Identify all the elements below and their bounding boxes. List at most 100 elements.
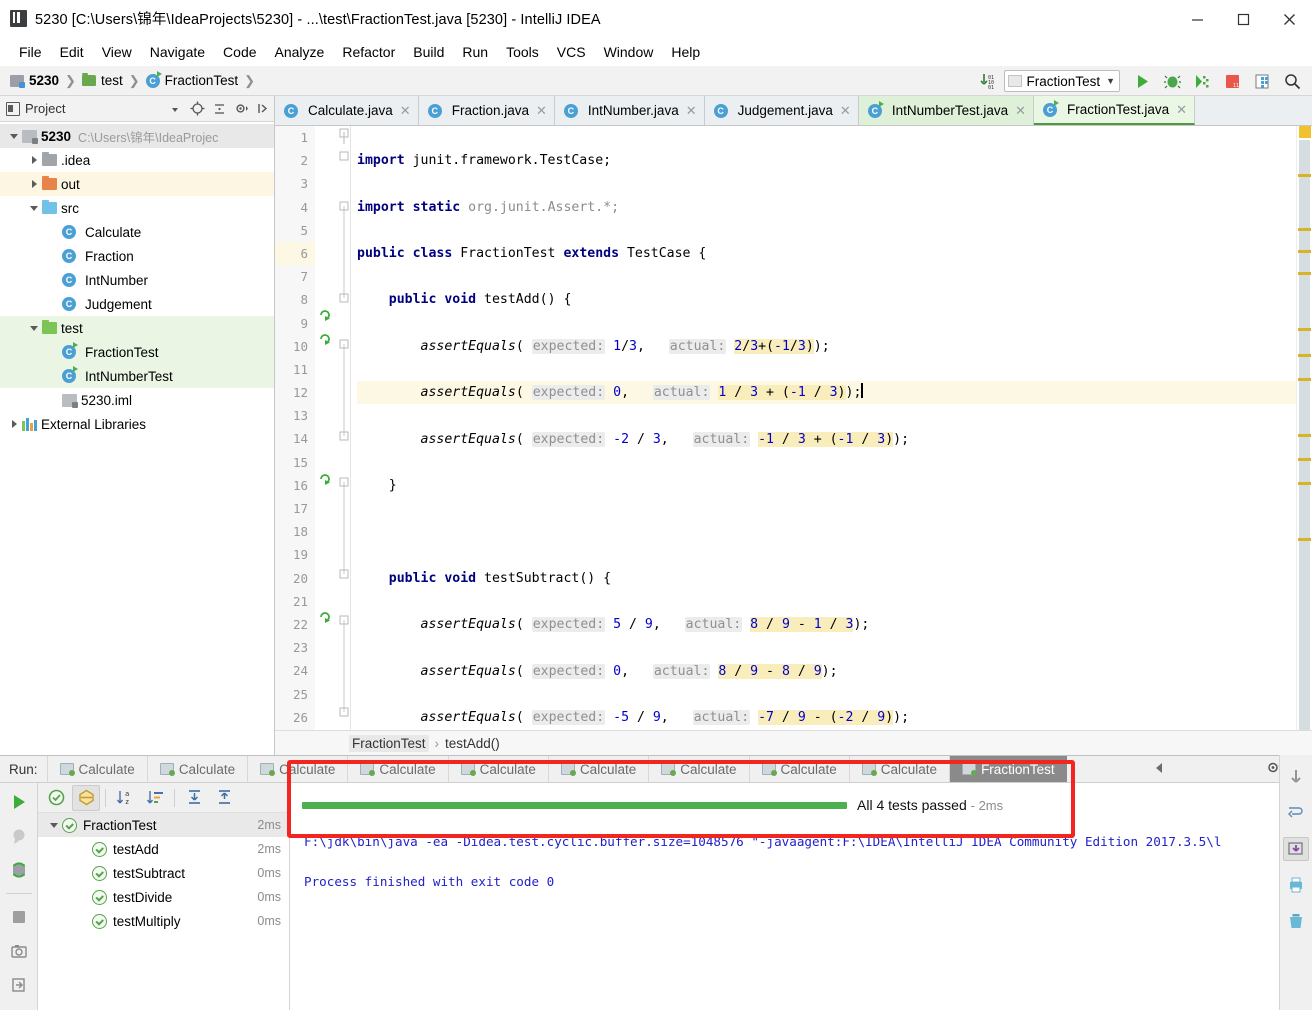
test-row-fractiontest[interactable]: FractionTest 2ms — [38, 813, 289, 837]
warning-marker[interactable] — [1298, 434, 1311, 437]
run-method-marker-icon[interactable] — [318, 470, 333, 485]
warning-marker[interactable] — [1298, 458, 1311, 461]
tree-item-5230-iml[interactable]: 5230.iml — [0, 388, 274, 412]
close-tab-icon[interactable]: ✕ — [1176, 102, 1187, 118]
close-tab-icon[interactable]: ✕ — [400, 103, 411, 119]
test-row-testmultiply[interactable]: testMultiply 0ms — [38, 909, 289, 933]
tree-item-5230[interactable]: 5230 C:\Users\锦年\IdeaProjec — [0, 124, 274, 148]
editor-tab-fraction-java[interactable]: Fraction.java ✕ — [418, 96, 555, 125]
menu-refactor[interactable]: Refactor — [333, 42, 404, 62]
tree-item-fractiontest[interactable]: FractionTest — [0, 340, 274, 364]
editor-tab-fractiontest-java[interactable]: FractionTest.java ✕ — [1034, 96, 1195, 125]
screenshot-icon[interactable] — [5, 938, 33, 964]
toggle-auto-test-icon[interactable] — [5, 857, 33, 883]
scroll-from-source-icon[interactable] — [186, 97, 208, 121]
collapse-arrow-icon[interactable] — [6, 134, 22, 139]
close-tab-icon[interactable]: ✕ — [1015, 103, 1026, 119]
print-icon[interactable] — [1283, 873, 1309, 897]
expand-arrow-icon[interactable] — [26, 180, 42, 188]
previous-tab-icon[interactable] — [1152, 760, 1168, 779]
editor-tab-judgement-java[interactable]: Judgement.java ✕ — [704, 96, 859, 125]
update-project-icon[interactable]: 01 10 01 — [974, 68, 1002, 94]
menu-tools[interactable]: Tools — [497, 42, 548, 62]
editor-tab-calculate-java[interactable]: Calculate.java ✕ — [275, 96, 419, 125]
run-tab-calculate-5[interactable]: Calculate — [547, 756, 648, 782]
hide-panel-icon[interactable] — [252, 97, 274, 121]
tree-item-fraction[interactable]: Fraction — [0, 244, 274, 268]
sort-by-duration-icon[interactable] — [141, 785, 169, 811]
run-tab-calculate-1[interactable]: Calculate — [146, 756, 247, 782]
run-tab-bar[interactable]: Run: Calculate Calculate Calculate Calculate… — [0, 756, 1312, 783]
scroll-to-bottom-icon[interactable] — [1283, 837, 1309, 861]
show-ignored-icon[interactable] — [72, 784, 100, 811]
breadcrumb-test[interactable]: test ❯ — [81, 73, 146, 89]
search-icon[interactable] — [1278, 68, 1306, 94]
rerun-icon[interactable] — [5, 789, 33, 815]
show-passed-icon[interactable] — [42, 785, 70, 811]
warning-marker[interactable] — [1298, 174, 1311, 177]
tree-item-test[interactable]: test — [0, 316, 274, 340]
run-tab-calculate-8[interactable]: Calculate — [848, 756, 949, 782]
soft-wrap-icon[interactable] — [1283, 801, 1309, 825]
tree-item--idea[interactable]: .idea — [0, 148, 274, 172]
tree-item-calculate[interactable]: Calculate — [0, 220, 274, 244]
close-tab-icon[interactable]: ✕ — [536, 103, 547, 119]
run-tab-calculate-4[interactable]: Calculate — [447, 756, 548, 782]
menu-code[interactable]: Code — [214, 42, 265, 62]
warning-marker[interactable] — [1298, 228, 1311, 231]
menu-window[interactable]: Window — [595, 42, 663, 62]
editor-tab-bar[interactable]: Calculate.java✕Fraction.java✕IntNumber.j… — [275, 96, 1312, 126]
close-button[interactable] — [1266, 0, 1312, 38]
collapse-arrow-icon[interactable] — [26, 326, 42, 331]
run-method-marker-icon[interactable] — [318, 608, 333, 623]
run-tab-calculate-0[interactable]: Calculate — [46, 756, 147, 782]
code-text[interactable]: import junit.framework.TestCase; import … — [351, 126, 1296, 730]
inspection-status-icon[interactable] — [1299, 126, 1311, 138]
menu-run[interactable]: Run — [453, 42, 497, 62]
debug-icon[interactable] — [1158, 68, 1186, 94]
run-class-marker-icon[interactable] — [318, 306, 333, 321]
run-tab-calculate-3[interactable]: Calculate — [347, 756, 447, 782]
minimize-button[interactable] — [1174, 0, 1220, 38]
structure-icon[interactable] — [1248, 68, 1276, 94]
expand-arrow-icon[interactable] — [6, 420, 22, 428]
stop-icon[interactable]: 11 — [1218, 68, 1246, 94]
close-tab-icon[interactable]: ✕ — [840, 103, 851, 119]
menu-vcs[interactable]: VCS — [548, 42, 595, 62]
collapse-arrow-icon[interactable] — [26, 206, 42, 211]
clear-all-icon[interactable] — [1283, 909, 1309, 933]
sort-alphabetically-icon[interactable]: az — [111, 785, 139, 811]
tree-item-out[interactable]: out — [0, 172, 274, 196]
expand-all-icon[interactable] — [180, 785, 208, 811]
run-coverage-icon[interactable] — [1188, 68, 1216, 94]
test-row-testadd[interactable]: testAdd 2ms — [38, 837, 289, 861]
warning-marker[interactable] — [1298, 482, 1311, 485]
project-tree[interactable]: 5230 C:\Users\锦年\IdeaProjec .idea out src Cal… — [0, 122, 274, 755]
editor-scrollbar[interactable] — [1296, 126, 1312, 730]
menu-build[interactable]: Build — [404, 42, 453, 62]
menu-analyze[interactable]: Analyze — [266, 42, 334, 62]
rerun-failed-icon[interactable] — [5, 823, 33, 849]
warning-marker[interactable] — [1298, 328, 1311, 331]
menu-view[interactable]: View — [93, 42, 141, 62]
editor-tab-intnumbertest-java[interactable]: IntNumberTest.java ✕ — [858, 96, 1035, 125]
run-configuration-selector[interactable]: FractionTest ▼ — [1003, 70, 1120, 92]
tree-item-src[interactable]: src — [0, 196, 274, 220]
test-row-testdivide[interactable]: testDivide 0ms — [38, 885, 289, 909]
tree-item-intnumber[interactable]: IntNumber — [0, 268, 274, 292]
run-tab-calculate-2[interactable]: Calculate — [247, 756, 347, 782]
menu-help[interactable]: Help — [662, 42, 709, 62]
warning-marker[interactable] — [1298, 538, 1311, 541]
scroll-to-end-icon[interactable] — [1283, 765, 1309, 789]
run-tab-calculate-6[interactable]: Calculate — [648, 756, 748, 782]
run-method-marker-icon[interactable] — [318, 330, 333, 345]
tree-item-external-libraries[interactable]: External Libraries — [0, 412, 274, 436]
menu-file[interactable]: File — [10, 42, 51, 62]
tree-item-intnumbertest[interactable]: IntNumberTest — [0, 364, 274, 388]
export-icon[interactable] — [5, 972, 33, 998]
run-tab-fractiontest[interactable]: FractionTest — [949, 756, 1067, 782]
collapse-arrow-icon[interactable] — [46, 823, 62, 828]
warning-marker[interactable] — [1298, 272, 1311, 275]
collapse-all-icon[interactable] — [208, 97, 230, 121]
close-tab-icon[interactable]: ✕ — [686, 103, 697, 119]
